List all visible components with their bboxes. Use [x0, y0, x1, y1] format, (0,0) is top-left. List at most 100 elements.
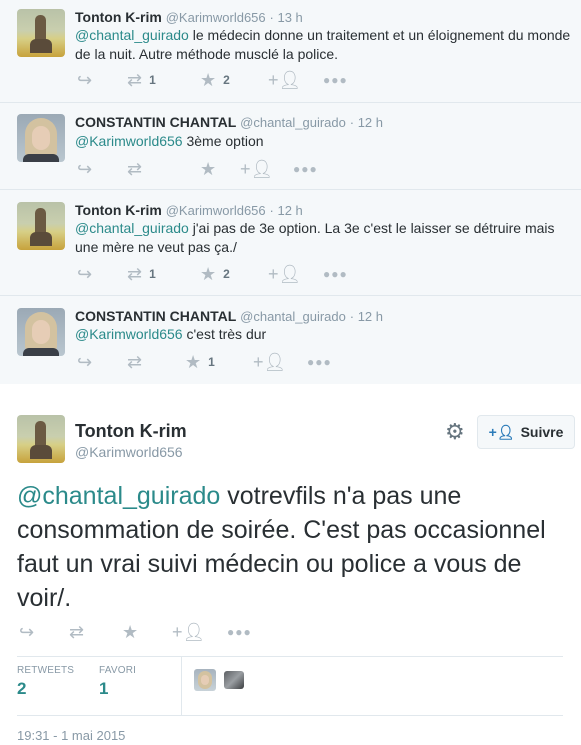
favorite-button[interactable]: ★ 2 [200, 70, 230, 90]
tweet-header: Tonton K-rim @Karimworld656 · 13 h [75, 9, 303, 25]
author-handle[interactable]: @Karimworld656 [75, 444, 183, 460]
mention-link[interactable]: @chantal_guirado [17, 482, 220, 510]
more-icon: ●●● [323, 73, 348, 87]
author-handle[interactable]: @Karimworld656 [166, 203, 266, 218]
more-icon: ●●● [323, 267, 348, 281]
follow-button[interactable]: +👤︎ [172, 622, 205, 642]
reply-button[interactable]: ↩ [19, 622, 34, 642]
tweet-time[interactable]: · 12 h [350, 309, 383, 324]
star-icon: ★ [200, 69, 217, 90]
avatar[interactable] [17, 308, 65, 356]
more-button[interactable]: ●●● [293, 159, 318, 179]
mention-link[interactable]: @Karimworld656 [75, 133, 183, 149]
reply-icon: ↩ [77, 158, 93, 179]
retweet-button[interactable]: ⇄ [127, 352, 142, 372]
follow-label: Suivre [520, 424, 564, 440]
author-handle[interactable]: @chantal_guirado [240, 309, 346, 324]
tweet-header: CONSTANTIN CHANTAL @chantal_guirado · 12… [75, 308, 383, 324]
add-user-icon: +👤︎ [240, 158, 274, 179]
tweet-actions: ↩ ⇄ ★ +👤︎ ●●● [17, 622, 317, 644]
star-icon: ★ [185, 351, 202, 372]
reply-button[interactable]: ↩ [77, 70, 92, 90]
retweet-icon: ⇄ [127, 263, 143, 284]
reply-tweet[interactable]: CONSTANTIN CHANTAL @chantal_guirado · 12… [0, 103, 581, 190]
avatar[interactable] [17, 202, 65, 250]
favorites-label: FAVORI [99, 665, 137, 676]
favorite-button[interactable]: ★ [200, 159, 216, 179]
avatar[interactable] [17, 9, 65, 57]
reply-icon: ↩ [77, 263, 93, 284]
gear-icon[interactable]: ⚙ [445, 419, 465, 445]
follow-button[interactable]: +👤︎ [253, 352, 286, 372]
more-button[interactable]: ●●● [307, 352, 332, 372]
star-icon: ★ [122, 621, 139, 642]
favorite-button[interactable]: ★ [122, 622, 138, 642]
reply-button[interactable]: ↩ [77, 264, 92, 284]
tweet-time[interactable]: · 12 h [270, 203, 303, 218]
tweet-text-segment: de la nuit. Autre méthode musclé la poli… [75, 46, 339, 62]
tweet-text-segment: une mère ne veut pas ça./ [75, 239, 237, 255]
retweet-button[interactable]: ⇄ 1 [127, 264, 156, 284]
author-name[interactable]: Tonton K-rim [75, 202, 162, 218]
favorite-button[interactable]: ★ 1 [185, 352, 215, 372]
add-user-icon: +👤︎ [268, 263, 302, 284]
retweet-button[interactable]: ⇄ [69, 622, 84, 642]
retweet-icon: ⇄ [127, 351, 143, 372]
reply-tweet[interactable]: CONSTANTIN CHANTAL @chantal_guirado · 12… [0, 296, 581, 384]
reply-button[interactable]: ↩ [77, 159, 92, 179]
reply-button[interactable]: ↩ [77, 352, 92, 372]
retweets-label: RETWEETS [17, 665, 75, 676]
retweets-count[interactable]: 2 [17, 679, 26, 699]
favorite-count: 1 [208, 355, 215, 369]
reply-icon: ↩ [77, 69, 93, 90]
author-handle[interactable]: @Karimworld656 [166, 10, 266, 25]
author-name[interactable]: Tonton K-rim [75, 9, 162, 25]
tweet-actions: ↩ ⇄ 1 ★ 2 +👤︎ ●●● [75, 264, 375, 284]
retweet-icon: ⇄ [127, 158, 143, 179]
author-name[interactable]: CONSTANTIN CHANTAL [75, 114, 236, 130]
tweet-time[interactable]: · 12 h [350, 115, 383, 130]
tweet-text-segment: le médecin donne un traitement et un élo… [188, 27, 571, 43]
more-button[interactable]: ●●● [323, 70, 348, 90]
tweet-text-segment: c'est très dur [182, 326, 267, 342]
reply-tweet[interactable]: Tonton K-rim @Karimworld656 · 13 h @chan… [0, 0, 581, 103]
avatar[interactable] [194, 669, 216, 691]
more-button[interactable]: ●●● [227, 622, 252, 642]
tweet-time[interactable]: · 13 h [270, 10, 303, 25]
tweet-text: @chantal_guirado j'ai pas de 3e option. … [75, 219, 575, 257]
conversation-thread: Tonton K-rim @Karimworld656 · 13 h @chan… [0, 0, 581, 384]
tweet-text: @Karimworld656 3ème option [75, 132, 575, 151]
author-name[interactable]: CONSTANTIN CHANTAL [75, 308, 236, 324]
follow-button[interactable]: +👤︎ Suivre [477, 415, 575, 449]
more-button[interactable]: ●●● [323, 264, 348, 284]
avatar[interactable] [17, 415, 65, 463]
tweet-text: @chantal_guirado votrevfils n'a pas une … [17, 479, 572, 615]
divider [181, 657, 182, 715]
more-icon: ●●● [293, 162, 318, 176]
mention-link[interactable]: @Karimworld656 [75, 326, 183, 342]
follow-button[interactable]: +👤︎ [240, 159, 273, 179]
favorites-count[interactable]: 1 [99, 679, 108, 699]
tweet-header: CONSTANTIN CHANTAL @chantal_guirado · 12… [75, 114, 383, 130]
avatar[interactable] [224, 671, 244, 689]
tweet-text-segment: j'ai pas de 3e option. La 3e c'est le la… [188, 220, 555, 236]
mention-link[interactable]: @chantal_guirado [75, 27, 189, 43]
reply-icon: ↩ [77, 351, 93, 372]
add-user-icon: +👤︎ [488, 423, 515, 440]
retweet-icon: ⇄ [69, 621, 85, 642]
tweet-text: @chantal_guirado le médecin donne un tra… [75, 26, 575, 64]
retweet-button[interactable]: ⇄ [127, 159, 142, 179]
reply-tweet[interactable]: Tonton K-rim @Karimworld656 · 12 h @chan… [0, 190, 581, 296]
author-name[interactable]: Tonton K-rim [75, 421, 187, 442]
retweet-icon: ⇄ [127, 69, 143, 90]
tweet-timestamp[interactable]: 19:31 - 1 mai 2015 [17, 728, 125, 743]
mention-link[interactable]: @chantal_guirado [75, 220, 189, 236]
follow-button[interactable]: +👤︎ [268, 70, 301, 90]
author-handle[interactable]: @chantal_guirado [240, 115, 346, 130]
reply-icon: ↩ [19, 621, 35, 642]
favorite-button[interactable]: ★ 2 [200, 264, 230, 284]
avatar[interactable] [17, 114, 65, 162]
follow-button[interactable]: +👤︎ [268, 264, 301, 284]
retweet-count: 1 [149, 73, 156, 87]
retweet-button[interactable]: ⇄ 1 [127, 70, 156, 90]
